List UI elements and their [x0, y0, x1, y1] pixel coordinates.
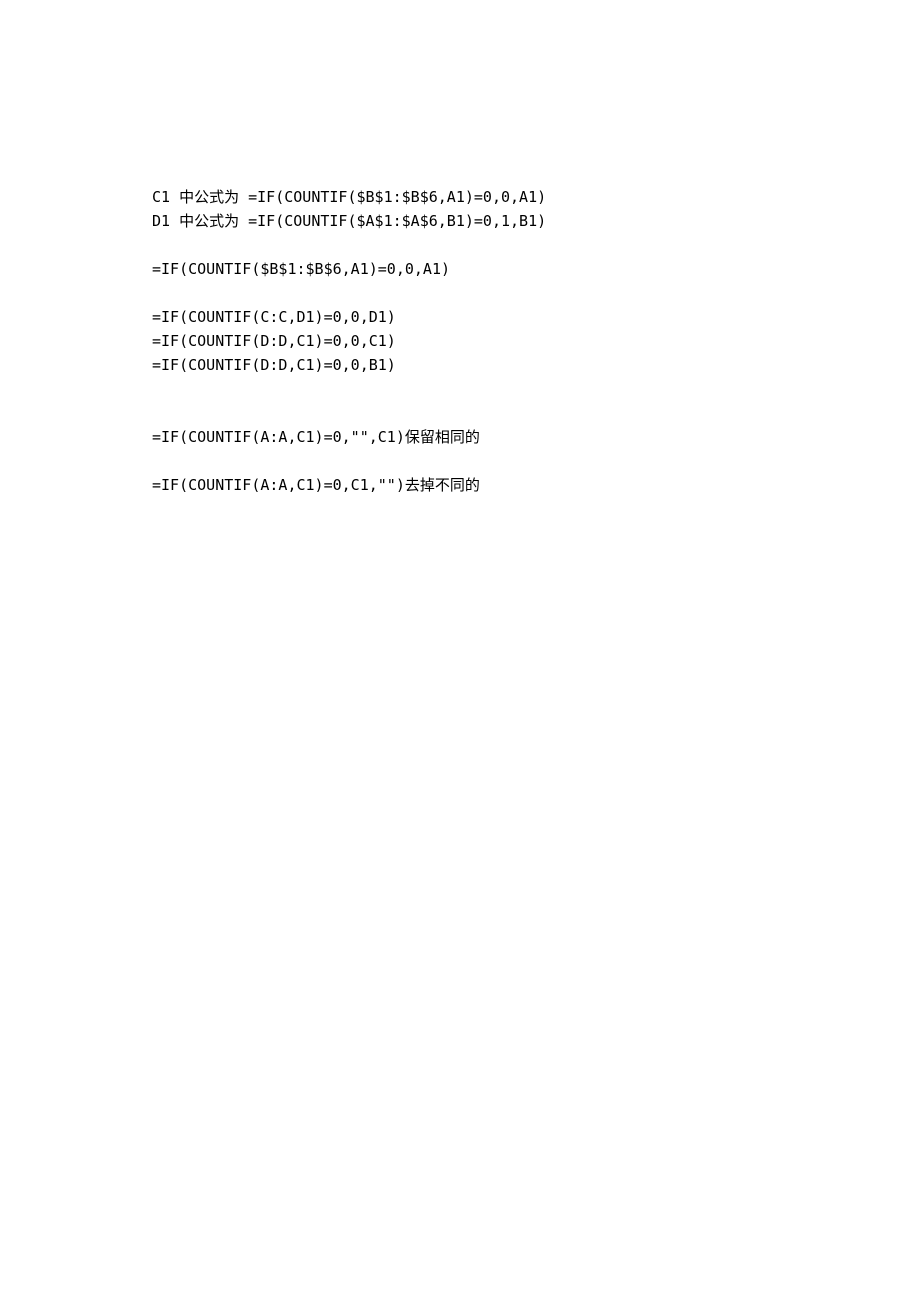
formula-line-6: =IF(COUNTIF(D:D,C1)=0,0,B1) [152, 353, 920, 377]
formula-line-7: =IF(COUNTIF(A:A,C1)=0,"",C1)保留相同的 [152, 425, 920, 449]
formula-line-5: =IF(COUNTIF(D:D,C1)=0,0,C1) [152, 329, 920, 353]
formula-line-2: D1 中公式为 =IF(COUNTIF($A$1:$A$6,B1)=0,1,B1… [152, 209, 920, 233]
formula-line-3: =IF(COUNTIF($B$1:$B$6,A1)=0,0,A1) [152, 257, 920, 281]
spacer [152, 233, 920, 257]
spacer [152, 377, 920, 425]
formula-line-4: =IF(COUNTIF(C:C,D1)=0,0,D1) [152, 305, 920, 329]
formula-line-1: C1 中公式为 =IF(COUNTIF($B$1:$B$6,A1)=0,0,A1… [152, 185, 920, 209]
spacer [152, 281, 920, 305]
spacer [152, 449, 920, 473]
formula-line-8: =IF(COUNTIF(A:A,C1)=0,C1,"")去掉不同的 [152, 473, 920, 497]
